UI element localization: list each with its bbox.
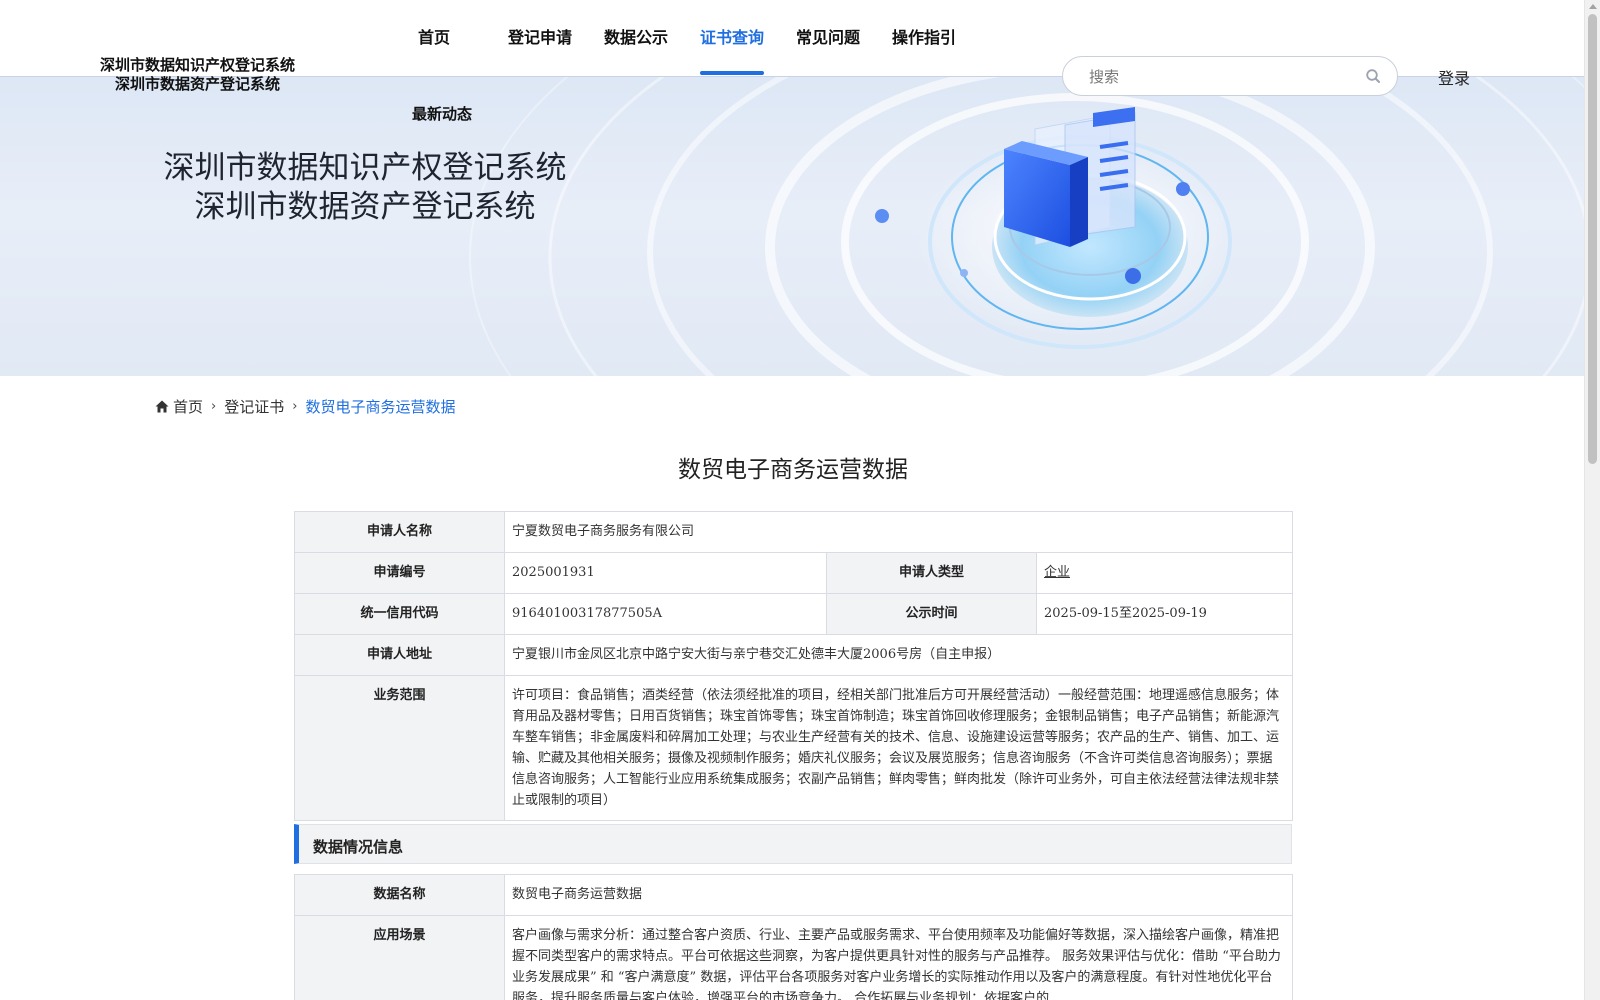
table-row: 申请人名称 宁夏数贸电子商务服务有限公司 — [294, 511, 1293, 553]
table-row: 数据名称 数贸电子商务运营数据 — [294, 874, 1293, 916]
business-scope-value: 许可项目：食品销售；酒类经营（依法须经批准的项目，经相关部门批准后方可开展经营活… — [504, 675, 1293, 821]
login-link[interactable]: 登录 — [1438, 65, 1470, 89]
table-row: 申请人地址 宁夏银川市金凤区北京中路宁安大街与亲宁巷交汇处德丰大厦2006号房（… — [294, 634, 1293, 676]
nav-latest-news[interactable]: 最新动态 — [412, 103, 472, 124]
page-scrollbar[interactable] — [1584, 0, 1600, 1000]
page-title: 数贸电子商务运营数据 — [678, 457, 908, 483]
publicity-time-label: 公示时间 — [826, 593, 1037, 635]
applicant-info-table: 申请人名称 宁夏数贸电子商务服务有限公司 申请编号 2025001931 申请人… — [294, 511, 1293, 821]
home-icon — [155, 400, 169, 413]
nav-faq[interactable]: 常见问题 — [796, 24, 860, 48]
data-name-label: 数据名称 — [294, 874, 505, 916]
credit-code-label: 统一信用代码 — [294, 593, 505, 635]
active-nav-indicator — [700, 71, 764, 75]
table-row: 应用场景 客户画像与需求分析：通过整合客户资质、行业、主要产品或服务需求、平台使… — [294, 915, 1293, 1000]
applicant-type-label: 申请人类型 — [826, 552, 1037, 594]
breadcrumb-home[interactable]: 首页 — [173, 396, 203, 417]
data-info-section-title: 数据情况信息 — [313, 838, 404, 856]
breadcrumb-certificates[interactable]: 登记证书 — [224, 396, 284, 417]
breadcrumb-current: 数贸电子商务运营数据 — [305, 398, 456, 416]
applicant-address-label: 申请人地址 — [294, 634, 505, 676]
site-logo[interactable]: 深圳市数据知识产权登记系统 深圳市数据资产登记系统 — [80, 56, 315, 94]
search-input[interactable] — [1089, 66, 1349, 88]
application-number-label: 申请编号 — [294, 552, 505, 594]
applicant-name-label: 申请人名称 — [294, 511, 505, 553]
nav-registration-apply[interactable]: 登记申请 — [508, 24, 572, 48]
business-scope-label: 业务范围 — [294, 675, 505, 821]
table-row: 申请编号 2025001931 申请人类型 企业 — [294, 552, 1293, 594]
breadcrumb: 首页 › 登记证书 › 数贸电子商务运营数据 — [155, 396, 455, 417]
search-box — [1062, 56, 1398, 96]
nav-certificate-query[interactable]: 证书查询 — [700, 24, 764, 48]
chevron-right-icon: › — [292, 399, 298, 414]
data-info-table: 数据名称 数贸电子商务运营数据 应用场景 客户画像与需求分析：通过整合客户资质、… — [294, 874, 1293, 1000]
application-number-value: 2025001931 — [504, 552, 827, 594]
data-name-value: 数贸电子商务运营数据 — [504, 874, 1293, 916]
banner-title-line-2: 深圳市数据资产登记系统 — [194, 189, 536, 225]
logo-line-2: 深圳市数据资产登记系统 — [114, 75, 280, 93]
credit-code-value: 91640100317877505A — [504, 593, 827, 635]
nav-home[interactable]: 首页 — [418, 24, 450, 48]
search-icon[interactable] — [1365, 68, 1381, 84]
table-row: 业务范围 许可项目：食品销售；酒类经营（依法须经批准的项目，经相关部门批准后方可… — [294, 675, 1293, 821]
nav-guide[interactable]: 操作指引 — [892, 24, 956, 48]
application-scenario-value: 客户画像与需求分析：通过整合客户资质、行业、主要产品或服务需求、平台使用频率及功… — [504, 915, 1293, 1000]
logo-line-1: 深圳市数据知识产权登记系统 — [99, 56, 295, 74]
applicant-name-value: 宁夏数贸电子商务服务有限公司 — [504, 511, 1293, 553]
publicity-time-value: 2025-09-15至2025-09-19 — [1036, 593, 1293, 635]
banner-title: 深圳市数据知识产权登记系统 深圳市数据资产登记系统 — [110, 149, 620, 227]
scroll-thumb[interactable] — [1588, 14, 1597, 464]
chevron-right-icon: › — [211, 399, 217, 414]
data-info-section-header: 数据情况信息 — [294, 824, 1292, 864]
scroll-up-arrow-icon[interactable] — [1589, 4, 1597, 9]
applicant-address-value: 宁夏银川市金凤区北京中路宁安大街与亲宁巷交汇处德丰大厦2006号房（自主申报） — [504, 634, 1293, 676]
applicant-type-value[interactable]: 企业 — [1044, 565, 1070, 580]
application-scenario-label: 应用场景 — [294, 915, 505, 1000]
nav-data-publicity[interactable]: 数据公示 — [604, 24, 668, 48]
hero-banner: 深圳市数据知识产权登记系统 深圳市数据资产登记系统 — [0, 77, 1584, 376]
banner-title-line-1: 深圳市数据知识产权登记系统 — [163, 150, 567, 186]
table-row: 统一信用代码 91640100317877505A 公示时间 2025-09-1… — [294, 593, 1293, 635]
